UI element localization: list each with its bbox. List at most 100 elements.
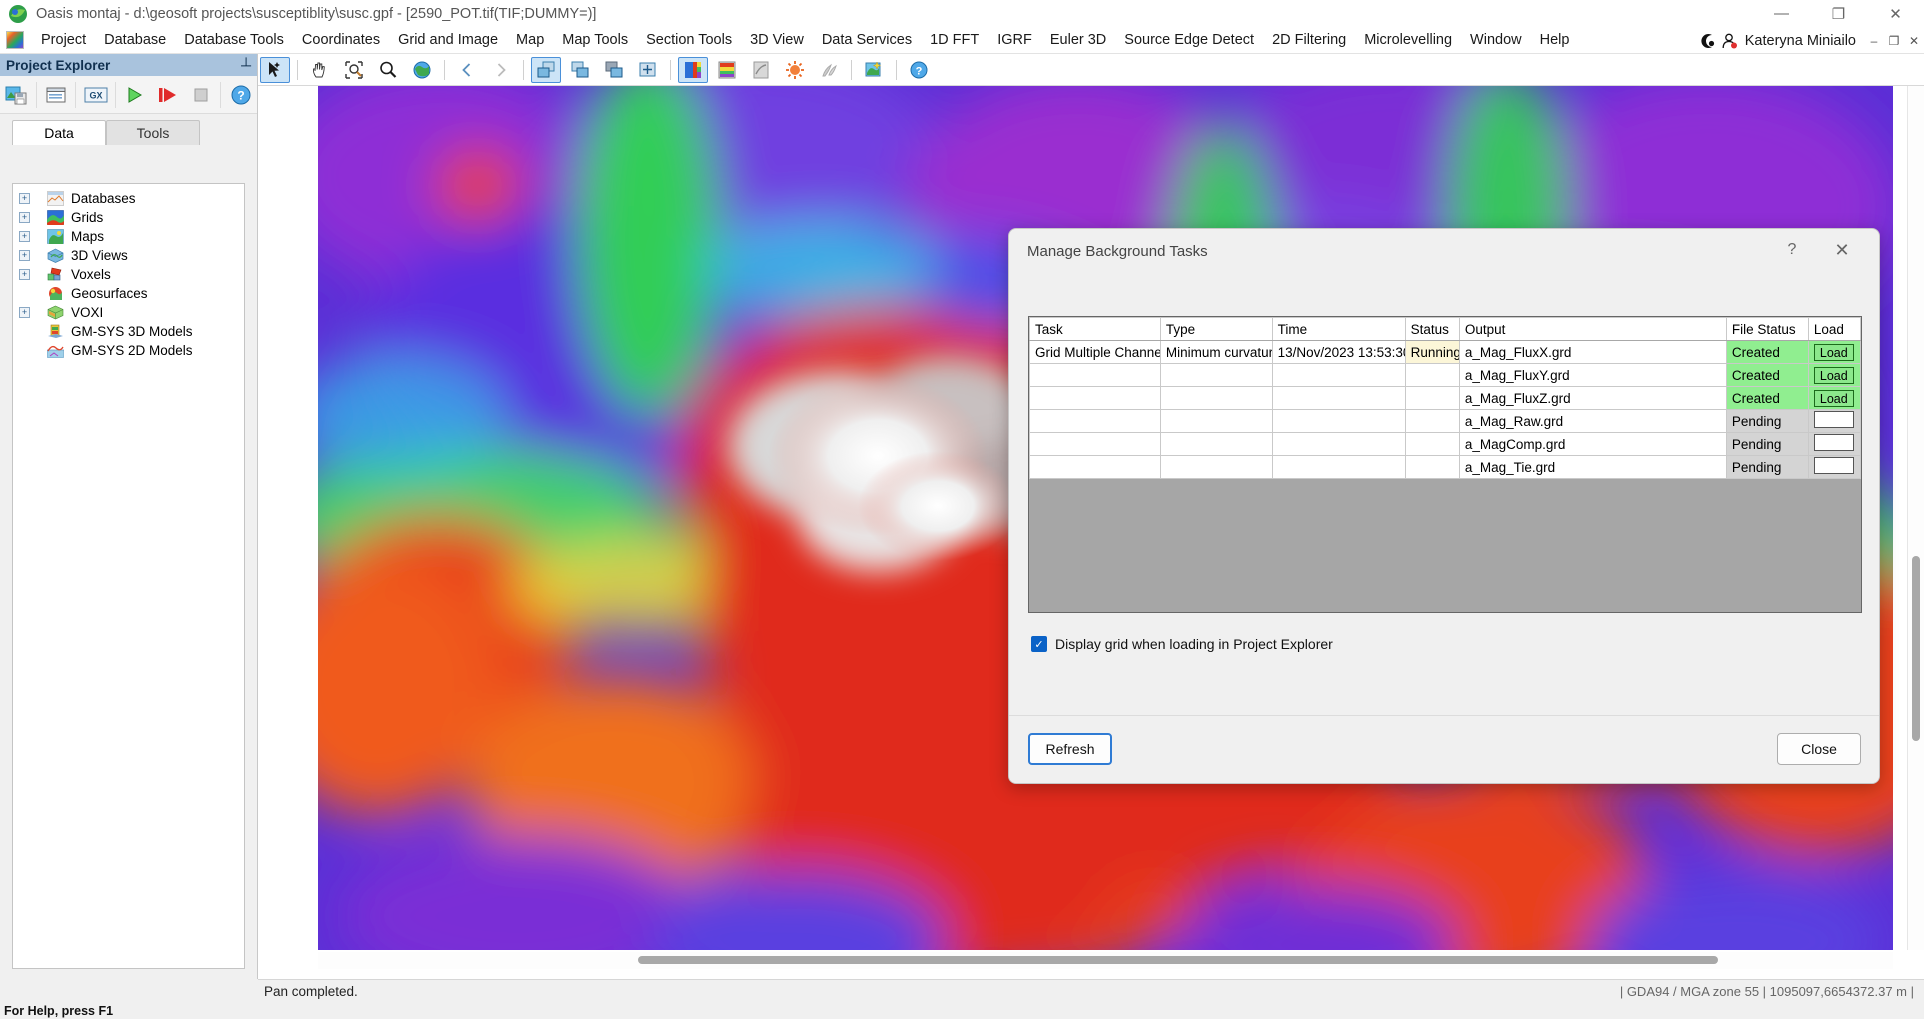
mdi-close-button[interactable]: ✕ — [1904, 30, 1924, 52]
menu-igrf[interactable]: IGRF — [988, 29, 1041, 51]
grayscale-tool-button[interactable] — [746, 57, 776, 83]
load-button[interactable]: Load — [1813, 343, 1854, 361]
menu-window[interactable]: Window — [1461, 29, 1531, 51]
mdi-restore-button[interactable]: ❐ — [1884, 30, 1904, 52]
menu-data-services[interactable]: Data Services — [813, 29, 921, 51]
expand-toggle[interactable]: + — [19, 307, 30, 318]
menu-database-tools[interactable]: Database Tools — [175, 29, 293, 51]
table-row[interactable]: a_Mag_FluxY.grd Created Load — [1029, 363, 1861, 387]
display-grid-checkbox[interactable]: ✓ — [1031, 636, 1047, 652]
table-row[interactable]: a_Mag_Tie.grd Pending — [1029, 455, 1861, 479]
column-header-status[interactable]: Status — [1404, 317, 1460, 341]
pan-tool-button[interactable] — [305, 57, 335, 83]
tab-data[interactable]: Data — [12, 120, 106, 145]
run-gx-button[interactable]: GX — [80, 80, 111, 110]
user-account-icon[interactable] — [1721, 32, 1739, 50]
toolbar-help-button[interactable]: ? — [904, 57, 934, 83]
globe-tool-button[interactable] — [407, 57, 437, 83]
tab-tools[interactable]: Tools — [106, 120, 200, 145]
window-maximize-button[interactable]: ❐ — [1810, 0, 1867, 27]
window-minimize-button[interactable]: — — [1753, 0, 1810, 27]
layer-new-button[interactable] — [565, 57, 595, 83]
menu-grid-and-image[interactable]: Grid and Image — [389, 29, 507, 51]
expand-toggle[interactable]: + — [19, 269, 30, 280]
tree-item-grids[interactable]: + Grids — [13, 208, 244, 227]
display-grid-checkbox-row[interactable]: ✓ Display grid when loading in Project E… — [1031, 636, 1333, 652]
load-checkbox-placeholder[interactable] — [1813, 434, 1854, 451]
column-header-type[interactable]: Type — [1159, 317, 1273, 341]
menu-help[interactable]: Help — [1531, 29, 1579, 51]
layer-front-button[interactable] — [531, 56, 561, 83]
load-button[interactable]: Load — [1813, 389, 1854, 407]
tree-item-gmsys-3d-models[interactable]: GM-SYS 3D Models — [13, 322, 244, 341]
color-palette-button[interactable] — [712, 57, 742, 83]
tree-item-maps[interactable]: + Maps — [13, 227, 244, 246]
menu-euler-3d[interactable]: Euler 3D — [1041, 29, 1115, 51]
new-project-button[interactable] — [1, 80, 32, 110]
map-new-button[interactable] — [859, 57, 889, 83]
map-vertical-scrollbar[interactable] — [1907, 86, 1924, 950]
tree-item-voxi[interactable]: + VOXI — [13, 303, 244, 322]
table-row[interactable]: Grid Multiple Channels Minimum curvature… — [1029, 340, 1861, 364]
forward-button[interactable] — [486, 57, 516, 83]
column-header-file-status[interactable]: File Status — [1725, 317, 1809, 341]
horizontal-scrollbar-thumb[interactable] — [638, 956, 1718, 964]
refresh-button[interactable]: Refresh — [1028, 733, 1112, 765]
menu-coordinates[interactable]: Coordinates — [293, 29, 389, 51]
load-checkbox-placeholder[interactable] — [1813, 457, 1854, 474]
close-button[interactable]: Close — [1777, 733, 1861, 765]
menu-microlevelling[interactable]: Microlevelling — [1355, 29, 1461, 51]
explorer-help-button[interactable]: ? — [225, 80, 256, 110]
load-button[interactable]: Load — [1813, 366, 1854, 384]
feather-tool-button[interactable] — [814, 57, 844, 83]
table-row[interactable]: a_Mag_FluxZ.grd Created Load — [1029, 386, 1861, 410]
expand-toggle[interactable]: + — [19, 231, 30, 242]
tree-item-geosurfaces[interactable]: Geosurfaces — [13, 284, 244, 303]
menu-2d-filtering[interactable]: 2D Filtering — [1263, 29, 1355, 51]
sun-shading-button[interactable] — [780, 57, 810, 83]
select-tool-button[interactable] — [260, 56, 290, 83]
tree-item-voxels[interactable]: + Voxels — [13, 265, 244, 284]
tree-item-gmsys-2d-models[interactable]: GM-SYS 2D Models — [13, 341, 244, 360]
menu-map[interactable]: Map — [507, 29, 553, 51]
connection-status-icon[interactable] — [1699, 32, 1717, 50]
expand-toggle[interactable]: + — [19, 212, 30, 223]
open-folder-button[interactable] — [41, 80, 72, 110]
zoom-box-tool-button[interactable] — [339, 57, 369, 83]
table-row[interactable]: a_MagComp.grd Pending — [1029, 432, 1861, 456]
layer-group-button[interactable] — [599, 57, 629, 83]
tree-item-3d-views[interactable]: + 3D Views — [13, 246, 244, 265]
dialog-help-button[interactable]: ? — [1775, 235, 1809, 265]
menu-source-edge-detect[interactable]: Source Edge Detect — [1115, 29, 1263, 51]
tree-item-databases[interactable]: + Databases — [13, 189, 244, 208]
expand-toggle[interactable]: + — [19, 250, 30, 261]
run-script-button[interactable] — [120, 80, 151, 110]
menu-1d-fft[interactable]: 1D FFT — [921, 29, 988, 51]
menu-project[interactable]: Project — [32, 29, 95, 51]
step-script-button[interactable] — [153, 80, 184, 110]
map-horizontal-scrollbar[interactable] — [318, 952, 1893, 969]
menu-database[interactable]: Database — [95, 29, 175, 51]
layers-front-icon — [537, 61, 555, 77]
menu-3d-view[interactable]: 3D View — [741, 29, 813, 51]
column-header-time[interactable]: Time — [1271, 317, 1406, 341]
window-close-button[interactable]: ✕ — [1867, 0, 1924, 27]
back-button[interactable] — [452, 57, 482, 83]
dialog-close-button[interactable]: ✕ — [1825, 235, 1859, 265]
menu-map-tools[interactable]: Map Tools — [553, 29, 637, 51]
layer-move-button[interactable] — [633, 57, 663, 83]
column-header-task[interactable]: Task — [1029, 317, 1161, 341]
cell-status — [1404, 363, 1460, 387]
column-header-load[interactable]: Load — [1807, 317, 1861, 341]
vertical-scrollbar-thumb[interactable] — [1912, 556, 1920, 741]
column-header-output[interactable]: Output — [1458, 317, 1727, 341]
menu-section-tools[interactable]: Section Tools — [637, 29, 741, 51]
table-row[interactable]: a_Mag_Raw.grd Pending — [1029, 409, 1861, 433]
zoom-tool-button[interactable] — [373, 57, 403, 83]
expand-toggle[interactable]: + — [19, 193, 30, 204]
stop-script-button[interactable] — [186, 80, 217, 110]
load-checkbox-placeholder[interactable] — [1813, 411, 1854, 428]
mdi-minimize-button[interactable]: – — [1864, 30, 1884, 52]
pin-icon[interactable]: ┴ — [241, 57, 251, 73]
colorbar-tool-button[interactable] — [678, 56, 708, 83]
